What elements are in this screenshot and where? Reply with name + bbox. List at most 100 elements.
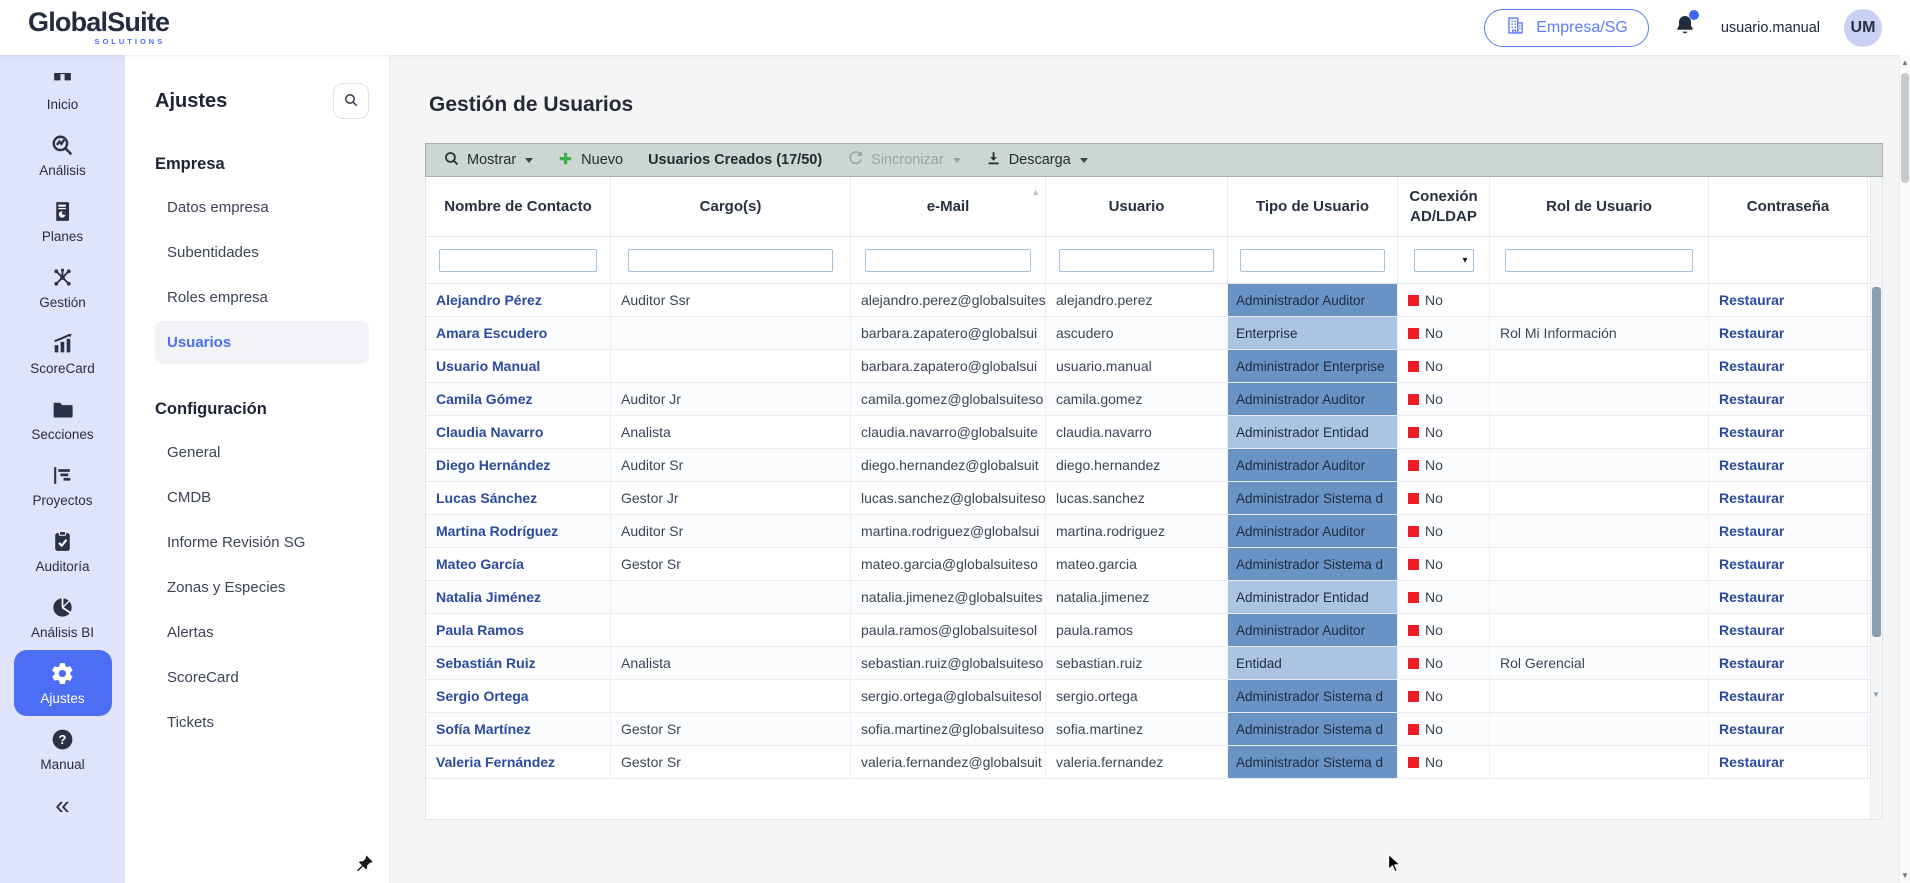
restore-password-link[interactable]: Restaurar [1719,721,1784,737]
user-name-cell[interactable]: Lucas Sánchez [426,482,611,514]
settings-item-cmdb[interactable]: CMDB [155,476,369,519]
user-type-cell: Administrador Entidad [1228,416,1398,448]
restore-password-link[interactable]: Restaurar [1719,523,1784,539]
restore-password-link[interactable]: Restaurar [1719,556,1784,572]
column-header-contrasena[interactable]: Contraseña [1709,177,1868,236]
column-header-usuario[interactable]: Usuario [1046,177,1228,236]
pin-panel-button[interactable] [354,853,375,877]
filter-email-input[interactable] [865,249,1032,272]
new-button[interactable]: Nuevo [548,150,632,171]
user-name-cell[interactable]: Sebastián Ruiz [426,647,611,679]
column-header-conexion[interactable]: Conexión AD/LDAP [1398,177,1490,236]
settings-item-subentidades[interactable]: Subentidades [155,231,369,274]
notifications-bell[interactable] [1673,13,1697,42]
page-scrollbar[interactable]: ▲ ▼ [1899,55,1910,883]
page-scrollbar-thumb[interactable] [1901,73,1909,183]
sidebar-item-manual[interactable]: ? Manual [0,716,125,782]
sidebar-item-gestion[interactable]: Gestión [0,254,125,320]
user-name-cell[interactable]: Sofía Martínez [426,713,611,745]
settings-item-usuarios[interactable]: Usuarios [155,321,369,364]
notification-dot [1689,10,1699,20]
user-cargo-cell: Gestor Jr [611,482,851,514]
user-name-cell[interactable]: Alejandro Pérez [426,284,611,316]
user-name-cell[interactable]: Amara Escudero [426,317,611,349]
settings-item-informe-revision-sg[interactable]: Informe Revisión SG [155,521,369,564]
sidebar-item-proyectos[interactable]: Proyectos [0,452,125,518]
show-button[interactable]: Mostrar [434,150,542,171]
restore-password-link[interactable]: Restaurar [1719,424,1784,440]
company-sg-button[interactable]: Empresa/SG [1484,9,1649,47]
table-scrollbar[interactable]: ▼ [1870,177,1882,819]
column-header-rol[interactable]: Rol de Usuario [1490,177,1709,236]
restore-password-link[interactable]: Restaurar [1719,688,1784,704]
column-header-cargos[interactable]: Cargo(s) [611,177,851,236]
table-row: Sofía MartínezGestor Srsofia.martinez@gl… [426,713,1882,746]
user-name-cell[interactable]: Natalia Jiménez [426,581,611,613]
filter-tipo-input[interactable] [1240,249,1385,272]
user-name-cell[interactable]: Valeria Fernández [426,746,611,778]
filter-usuario-input[interactable] [1059,249,1215,272]
password-cell: Restaurar [1709,614,1868,646]
restore-password-link[interactable]: Restaurar [1719,292,1784,308]
user-email-cell: mateo.garcia@globalsuiteso [851,548,1046,580]
table-scrollbar-thumb[interactable] [1872,287,1881,637]
user-name-cell[interactable]: Sergio Ortega [426,680,611,712]
restore-password-link[interactable]: Restaurar [1719,754,1784,770]
settings-item-datos-empresa[interactable]: Datos empresa [155,186,369,229]
settings-item-roles-empresa[interactable]: Roles empresa [155,276,369,319]
user-role-cell [1490,614,1709,646]
sidebar-item-scorecard[interactable]: ScoreCard [0,320,125,386]
sidebar-item-analisis[interactable]: Análisis [0,122,125,188]
password-cell: Restaurar [1709,548,1868,580]
download-button[interactable]: Descarga [976,150,1097,171]
user-avatar[interactable]: UM [1844,9,1882,47]
bell-icon [1673,24,1697,41]
user-name-cell[interactable]: Diego Hernández [426,449,611,481]
restore-password-link[interactable]: Restaurar [1719,391,1784,407]
restore-password-link[interactable]: Restaurar [1719,325,1784,341]
filter-cell-nombre [426,237,611,283]
column-header-email[interactable]: e-Mail▲ [851,177,1046,236]
user-cargo-cell: Auditor Sr [611,449,851,481]
sidebar-item-planes[interactable]: Planes [0,188,125,254]
ldap-connection-cell: No [1398,515,1490,547]
settings-item-tickets[interactable]: Tickets [155,701,369,744]
restore-password-link[interactable]: Restaurar [1719,490,1784,506]
restore-password-link[interactable]: Restaurar [1719,655,1784,671]
scroll-up-arrow-icon[interactable]: ▲ [1900,58,1910,67]
column-header-nombre[interactable]: Nombre de Contacto [426,177,611,236]
scroll-down-arrow-icon[interactable]: ▼ [1900,871,1910,880]
collapse-sidebar-button[interactable]: « [55,790,69,821]
restore-password-link[interactable]: Restaurar [1719,622,1784,638]
sidebar-item-secciones[interactable]: Secciones [0,386,125,452]
column-header-tipo[interactable]: Tipo de Usuario [1228,177,1398,236]
sidebar-item-analisis-bi[interactable]: Análisis BI [0,584,125,650]
filter-conexion-select[interactable]: ▾ [1414,249,1474,272]
settings-item-general[interactable]: General [155,431,369,474]
primary-sidebar: Inicio Análisis Planes Gestión ScoreCard… [0,55,125,883]
settings-item-scorecard[interactable]: ScoreCard [155,656,369,699]
user-name-cell[interactable]: Paula Ramos [426,614,611,646]
sidebar-item-ajustes[interactable]: Ajustes [14,650,112,716]
user-name-cell[interactable]: Claudia Navarro [426,416,611,448]
sidebar-item-inicio[interactable]: Inicio [0,56,125,122]
user-name-cell[interactable]: Mateo García [426,548,611,580]
scroll-down-arrow-icon[interactable]: ▼ [1872,690,1880,699]
search-icon [443,150,460,171]
settings-item-alertas[interactable]: Alertas [155,611,369,654]
restore-password-link[interactable]: Restaurar [1719,457,1784,473]
restore-password-link[interactable]: Restaurar [1719,589,1784,605]
user-name-cell[interactable]: Usuario Manual [426,350,611,382]
sidebar-item-auditoria[interactable]: Auditoría [0,518,125,584]
settings-search-button[interactable] [333,83,369,119]
settings-item-zonas-y-especies[interactable]: Zonas y Especies [155,566,369,609]
filter-rol-input[interactable] [1505,249,1692,272]
user-name-cell[interactable]: Martina Rodríguez [426,515,611,547]
user-cargo-cell [611,317,851,349]
user-name-cell[interactable]: Camila Gómez [426,383,611,415]
filter-cargos-input[interactable] [628,249,834,272]
settings-icon [50,660,76,686]
sync-button[interactable]: Sincronizar [838,150,970,171]
restore-password-link[interactable]: Restaurar [1719,358,1784,374]
filter-nombre-input[interactable] [439,249,597,272]
